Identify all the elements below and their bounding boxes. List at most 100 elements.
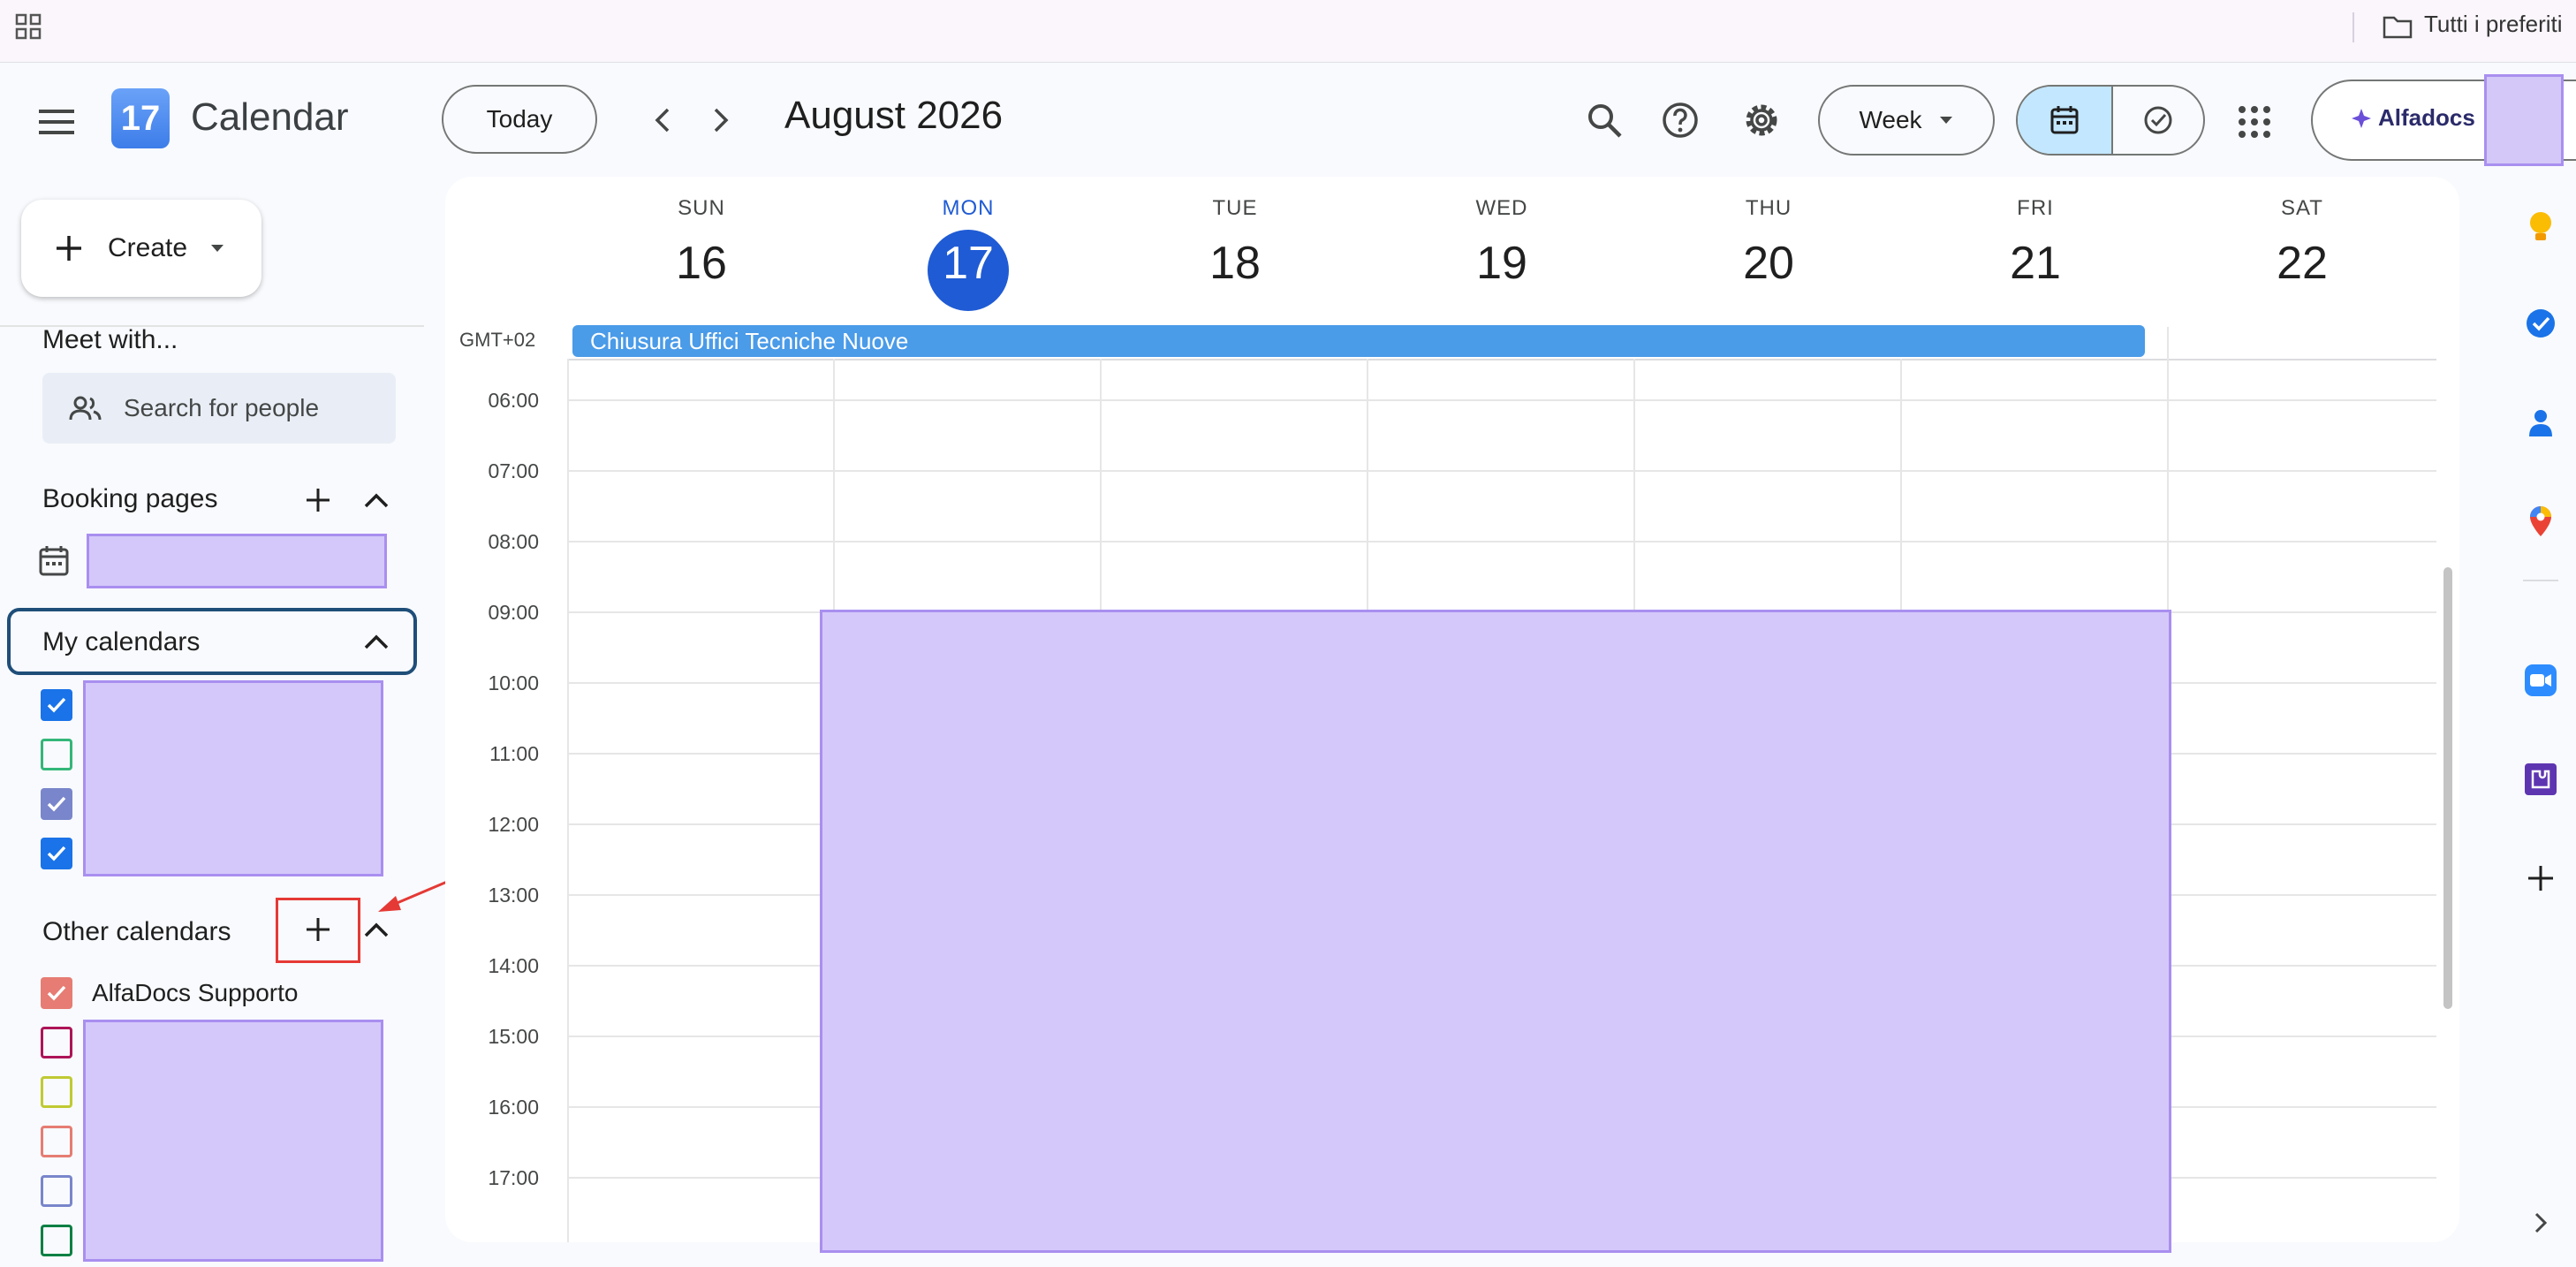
create-button[interactable]: Create [21, 200, 261, 297]
plus-icon [307, 489, 330, 512]
zoom-video-icon[interactable] [2523, 663, 2558, 698]
tasks-view-toggle[interactable] [2113, 87, 2203, 154]
bookmarks-bar: Tutti i preferiti [0, 0, 2576, 63]
day-column-line [567, 359, 569, 1242]
apps-grid-icon[interactable] [14, 12, 42, 41]
events-redacted-area [820, 610, 2171, 1253]
bookmark-separator [2352, 12, 2354, 42]
other-calendar-checkbox-4[interactable] [41, 1126, 72, 1157]
calendar-icon [2050, 106, 2079, 134]
today-button[interactable]: Today [442, 85, 597, 154]
avatar[interactable] [2484, 74, 2564, 166]
other-calendar-checkbox-3[interactable] [41, 1076, 72, 1108]
time-label: 11:00 [489, 742, 539, 765]
create-label: Create [108, 233, 188, 262]
time-label: 10:00 [488, 671, 539, 694]
day-number-sat[interactable]: 22 [2223, 237, 2382, 290]
alfadocs-logo: Alfadocs [2350, 104, 2475, 132]
day-name-wed: WED [1475, 196, 1528, 220]
day-name-fri: FRI [2017, 196, 2054, 220]
previous-week-button[interactable] [645, 101, 680, 140]
day-number-sun[interactable]: 16 [622, 237, 781, 290]
all-bookmarks-link[interactable]: Tutti i preferiti [2424, 11, 2563, 38]
time-label: 07:00 [488, 459, 539, 482]
my-calendar-checkbox-3[interactable] [41, 788, 72, 820]
meet-with-title: Meet with... [42, 325, 178, 354]
other-calendar-checkbox-6[interactable] [41, 1225, 72, 1256]
day-name-sat: SAT [2281, 196, 2323, 220]
other-calendar-checkbox-1[interactable] [41, 977, 72, 1009]
timezone-label: GMT+02 [459, 329, 536, 351]
my-calendar-checkbox-4[interactable] [41, 838, 72, 869]
chevron-up-icon [364, 634, 389, 649]
tasks-icon[interactable] [2523, 306, 2558, 341]
contacts-icon[interactable] [2523, 405, 2558, 440]
collapse-booking-pages-button[interactable] [357, 481, 396, 520]
hour-line [567, 470, 2436, 472]
other-calendar-label[interactable]: AlfaDocs Supporto [92, 979, 298, 1007]
checkmark-icon [47, 846, 66, 861]
google-apps-icon[interactable] [2235, 102, 2274, 141]
maps-pin-icon[interactable] [2523, 504, 2558, 539]
search-people-input[interactable]: Search for people [42, 373, 396, 444]
time-label: 08:00 [488, 530, 539, 553]
keep-lightbulb-icon[interactable] [2523, 209, 2558, 244]
time-label: 15:00 [488, 1025, 539, 1048]
settings-gear-icon[interactable] [1740, 99, 1783, 141]
search-people-placeholder: Search for people [124, 394, 320, 421]
time-label: 06:00 [488, 389, 539, 412]
booking-page-item-redacted[interactable] [87, 534, 387, 588]
time-label: 16:00 [488, 1096, 539, 1119]
day-name-thu: THU [1745, 196, 1792, 220]
add-booking-page-button[interactable] [299, 481, 337, 520]
people-icon [69, 396, 102, 421]
help-icon[interactable] [1659, 99, 1701, 141]
day-name-tue: TUE [1212, 196, 1258, 220]
other-calendar-checkbox-5[interactable] [41, 1175, 72, 1207]
checkmark-icon [47, 796, 66, 812]
scrollbar[interactable] [2443, 567, 2452, 1009]
my-calendar-checkbox-2[interactable] [41, 739, 72, 770]
calendar-logo: 17 [111, 88, 170, 148]
day-number-tue[interactable]: 18 [1155, 237, 1315, 290]
caret-down-icon [211, 245, 224, 252]
add-other-calendar-button[interactable] [299, 910, 337, 949]
collapse-other-calendars-button[interactable] [357, 910, 396, 949]
chevron-up-icon [364, 493, 389, 508]
check-circle-icon [2144, 106, 2172, 134]
chevron-left-icon [655, 108, 670, 133]
view-selector-label: Week [1859, 106, 1922, 133]
day-number-mon[interactable]: 17 [889, 237, 1048, 290]
current-period: August 2026 [784, 94, 1004, 137]
view-selector-button[interactable]: Week [1818, 85, 1995, 156]
plus-icon [57, 236, 81, 261]
checkmark-icon [47, 985, 66, 1001]
chevron-right-icon[interactable] [2523, 1205, 2558, 1240]
collapse-my-calendars-button[interactable] [357, 622, 396, 661]
time-label: 13:00 [488, 884, 539, 907]
app-title: Calendar [191, 95, 349, 139]
folder-icon[interactable] [2382, 12, 2413, 41]
main-menu-icon[interactable] [35, 104, 80, 140]
add-addon-icon[interactable] [2523, 861, 2558, 896]
day-name-mon: MON [942, 196, 995, 220]
checkmark-icon [47, 697, 66, 713]
alfadocs-mark-icon [2352, 108, 2371, 128]
calendar-view-toggle[interactable] [2018, 87, 2113, 154]
addon-puzzle-icon[interactable] [2523, 762, 2558, 797]
day-number-thu[interactable]: 20 [1689, 237, 1848, 290]
my-calendar-checkbox-1[interactable] [41, 689, 72, 721]
other-calendars-names-redacted [83, 1020, 383, 1262]
time-label: 12:00 [488, 813, 539, 836]
calendar-tasks-toggle [2016, 85, 2205, 156]
my-calendars-title: My calendars [42, 627, 201, 656]
chevron-right-icon [714, 108, 729, 133]
day-number-wed[interactable]: 19 [1422, 237, 1581, 290]
other-calendar-checkbox-2[interactable] [41, 1027, 72, 1058]
search-icon[interactable] [1583, 99, 1625, 141]
chevron-up-icon [364, 922, 389, 937]
day-number-fri[interactable]: 21 [1956, 237, 2115, 290]
all-day-event[interactable]: Chiusura Uffici Tecniche Nuove [572, 325, 2145, 357]
next-week-button[interactable] [703, 101, 739, 140]
caret-down-icon [1939, 117, 1952, 124]
